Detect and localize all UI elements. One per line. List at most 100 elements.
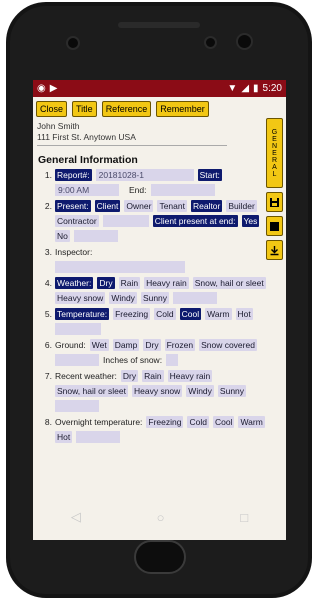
question-number: 4. xyxy=(44,278,52,288)
option-client[interactable]: Client xyxy=(94,200,121,212)
question-number: 1. xyxy=(44,170,52,180)
ground-other-input[interactable] xyxy=(55,354,99,366)
option-sunny[interactable]: Sunny xyxy=(140,292,170,304)
whatsapp-icon: ◉ xyxy=(37,83,46,94)
option-windy[interactable]: Windy xyxy=(186,385,214,397)
inspector-input[interactable] xyxy=(55,261,185,273)
present-label: Present: xyxy=(55,200,91,212)
play-store-icon: ▶ xyxy=(49,83,58,94)
flash-icon xyxy=(204,36,217,49)
question-8: 8. Overnight temperature: Freezing Cold … xyxy=(38,416,268,443)
option-hot[interactable]: Hot xyxy=(55,431,73,443)
status-bar: ◉ ▶ ▼ ◢ ▮ 5:20 xyxy=(33,80,286,97)
side-toolbar: GENERAL xyxy=(266,118,283,260)
inches-of-snow-input[interactable] xyxy=(166,354,179,366)
start-time-input[interactable]: 9:00 AM xyxy=(55,184,119,196)
option-warm[interactable]: Warm xyxy=(238,416,265,428)
weather-other-input[interactable] xyxy=(173,292,218,304)
question-1: 1. Report#: 20181028-1 Start: 9:00 AM En… xyxy=(38,169,268,196)
inspector-label: Inspector: xyxy=(55,247,93,257)
divider xyxy=(37,145,227,146)
question-number: 5. xyxy=(44,309,52,319)
earpiece-speaker xyxy=(118,22,200,28)
option-tenant[interactable]: Tenant xyxy=(157,200,187,212)
option-hot[interactable]: Hot xyxy=(235,308,253,320)
question-5: 5. Temperature: Freezing Cold Cool Warm … xyxy=(38,308,268,335)
option-heavy-rain[interactable]: Heavy rain xyxy=(144,277,189,289)
option-windy[interactable]: Windy xyxy=(109,292,137,304)
option-freezing[interactable]: Freezing xyxy=(146,416,184,428)
form-content: General Information 1. Report#: 20181028… xyxy=(33,150,268,447)
recents-icon[interactable]: □ xyxy=(240,510,248,525)
question-number: 8. xyxy=(44,417,52,427)
option-dry[interactable]: Dry xyxy=(120,370,139,382)
overnight-temperature-label: Overnight temperature: xyxy=(55,417,143,427)
option-sunny[interactable]: Sunny xyxy=(217,385,247,397)
recent-weather-other-input[interactable] xyxy=(55,400,99,412)
temperature-other-input[interactable] xyxy=(55,323,101,335)
ground-label: Ground: xyxy=(55,340,86,350)
question-number: 7. xyxy=(44,371,52,381)
option-wet[interactable]: Wet xyxy=(89,339,109,351)
back-icon[interactable]: ◁ xyxy=(71,509,81,525)
option-cool[interactable]: Cool xyxy=(212,416,235,428)
front-sensor-icon xyxy=(236,33,253,50)
option-cold[interactable]: Cold xyxy=(187,416,209,428)
start-label: Start: xyxy=(197,169,222,181)
general-section-button[interactable]: GENERAL xyxy=(266,118,283,188)
option-rain[interactable]: Rain xyxy=(142,370,164,382)
present-other-input[interactable] xyxy=(102,215,149,227)
temperature-label: Temperature: xyxy=(55,308,110,320)
top-toolbar: Close Title Reference Remember xyxy=(33,97,286,121)
question-number: 6. xyxy=(44,340,52,350)
battery-icon: ▮ xyxy=(253,83,259,94)
status-time: 5:20 xyxy=(262,83,282,94)
wifi-icon: ▼ xyxy=(227,83,238,94)
option-snow-hail-sleet[interactable]: Snow, hail or sleet xyxy=(192,277,266,289)
option-owner[interactable]: Owner xyxy=(124,200,154,212)
option-contractor[interactable]: Contractor xyxy=(55,215,99,227)
overnight-other-input[interactable] xyxy=(76,431,121,443)
close-button[interactable]: Close xyxy=(36,101,68,117)
end-time-input[interactable] xyxy=(150,184,215,196)
option-dry[interactable]: Dry xyxy=(97,277,115,289)
fingerprint-home-button[interactable] xyxy=(134,540,186,574)
option-dry[interactable]: Dry xyxy=(143,339,161,351)
client-present-end-label: Client present at end: xyxy=(152,215,238,227)
option-no[interactable]: No xyxy=(55,230,70,242)
option-cool[interactable]: Cool xyxy=(179,308,202,320)
option-realtor[interactable]: Realtor xyxy=(190,200,223,212)
report-number-input[interactable]: 20181028-1 xyxy=(95,169,194,181)
option-yes[interactable]: Yes xyxy=(241,215,260,227)
option-snow-hail-sleet[interactable]: Snow, hail or sleet xyxy=(55,385,128,397)
question-2: 2. Present: Client Owner Tenant Realtor … xyxy=(38,200,268,242)
option-cold[interactable]: Cold xyxy=(154,308,176,320)
client-name: John Smith xyxy=(37,121,80,131)
option-rain[interactable]: Rain xyxy=(118,277,141,289)
option-freezing[interactable]: Freezing xyxy=(113,308,151,320)
reference-button[interactable]: Reference xyxy=(101,101,152,117)
title-button[interactable]: Title xyxy=(72,101,97,117)
save-icon[interactable] xyxy=(266,192,283,212)
remember-button[interactable]: Remember xyxy=(156,101,209,117)
question-4: 4. Weather: Dry Rain Heavy rain Snow, ha… xyxy=(38,277,268,304)
stop-icon[interactable] xyxy=(266,216,283,236)
question-number: 3. xyxy=(44,247,52,257)
option-warm[interactable]: Warm xyxy=(205,308,232,320)
client-address: 111 First St. Anytown USA xyxy=(37,132,136,142)
option-builder[interactable]: Builder xyxy=(226,200,257,212)
option-damp[interactable]: Damp xyxy=(112,339,140,351)
option-snow-covered[interactable]: Snow covered xyxy=(199,339,257,351)
question-number: 2. xyxy=(44,201,52,211)
option-heavy-snow[interactable]: Heavy snow xyxy=(131,385,183,397)
weather-label: Weather: xyxy=(55,277,94,289)
option-heavy-snow[interactable]: Heavy snow xyxy=(55,292,106,304)
front-camera-icon xyxy=(66,36,80,50)
signal-icon: ◢ xyxy=(241,83,250,94)
download-icon[interactable] xyxy=(266,240,283,260)
option-frozen[interactable]: Frozen xyxy=(164,339,196,351)
report-label: Report#: xyxy=(55,169,92,181)
present-end-note-input[interactable] xyxy=(73,230,118,242)
option-heavy-rain[interactable]: Heavy rain xyxy=(167,370,213,382)
home-icon[interactable]: ○ xyxy=(157,510,165,525)
